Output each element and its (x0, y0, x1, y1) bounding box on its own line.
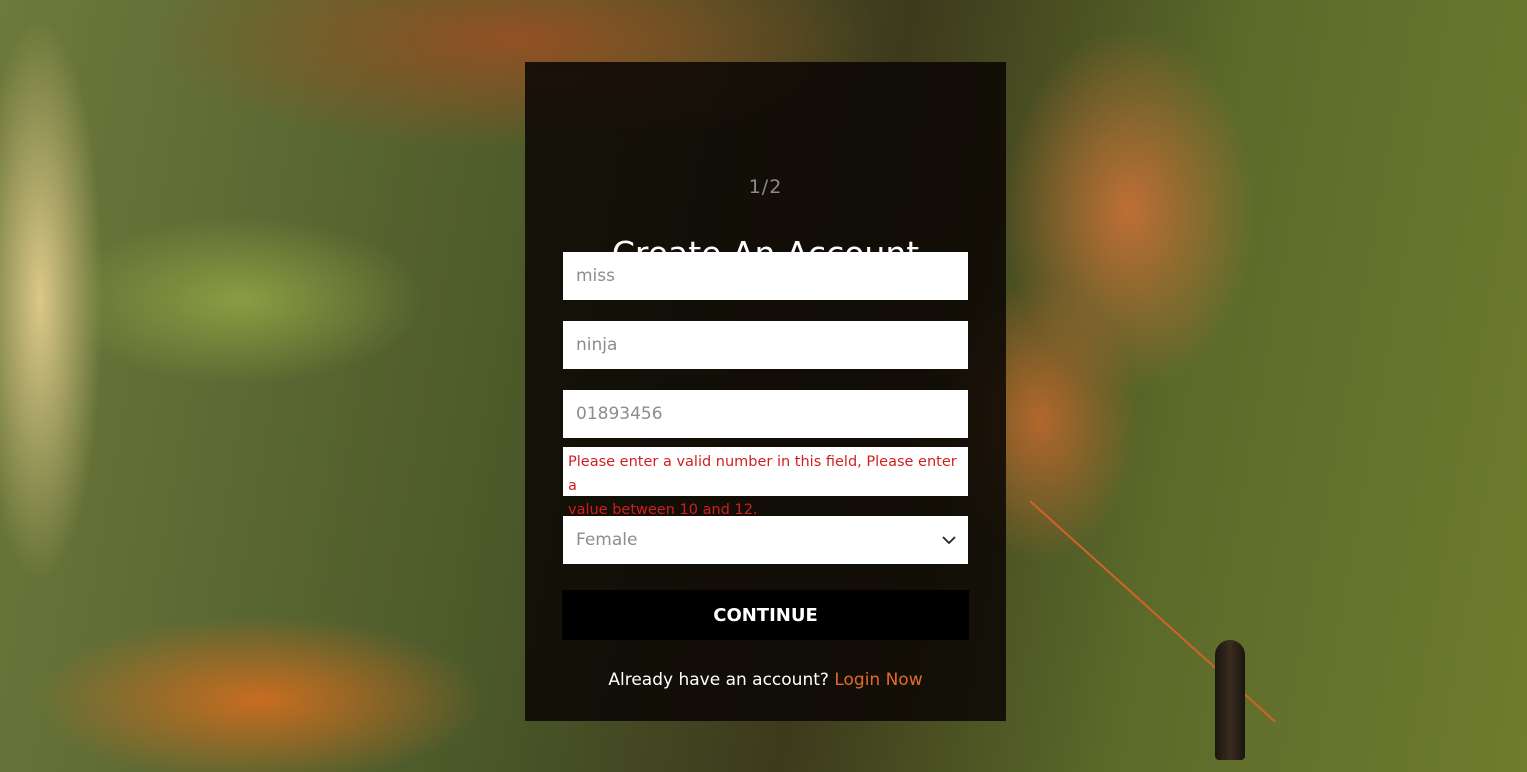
login-prompt-text: Already have an account? (608, 670, 829, 690)
first-name-field[interactable] (563, 252, 968, 300)
continue-button[interactable]: CONTINUE (562, 590, 969, 640)
phone-error-line-1: Please enter a valid number in this fiel… (568, 454, 957, 494)
login-prompt-row: Already have an account? Login Now (525, 670, 1006, 690)
phone-field[interactable] (563, 390, 968, 438)
phone-error-message: Please enter a valid number in this fiel… (563, 447, 968, 518)
step-indicator: 1/2 (748, 176, 783, 198)
gender-selected-value: Female (576, 530, 638, 550)
chevron-down-icon (942, 536, 956, 545)
login-now-link[interactable]: Login Now (834, 670, 922, 690)
background-shuttle (1215, 640, 1245, 760)
gender-select[interactable]: Female (563, 516, 968, 564)
last-name-field[interactable] (563, 321, 968, 369)
